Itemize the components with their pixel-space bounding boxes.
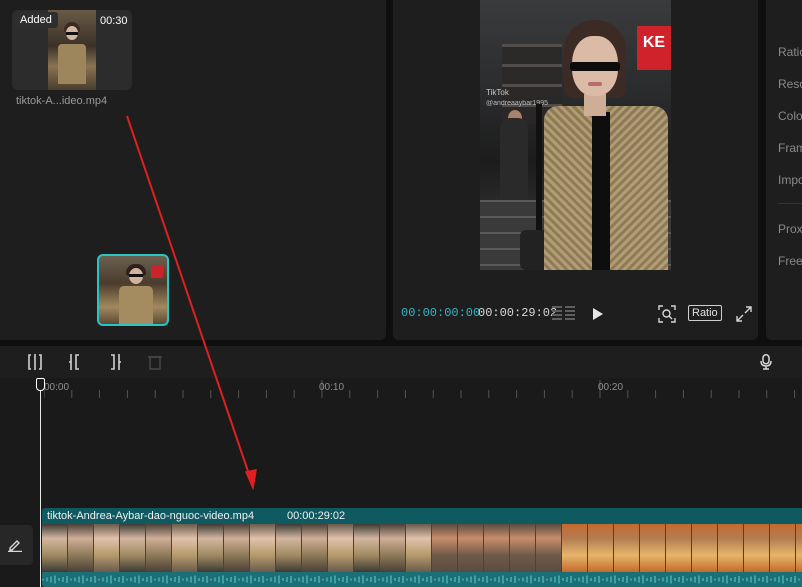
filmstrip-frame xyxy=(146,524,171,572)
total-timecode: 00:00:29:02 xyxy=(478,306,558,320)
ruler-label: 00:10 xyxy=(319,382,345,393)
timeline-toolbar xyxy=(0,346,802,378)
filmstrip-frame xyxy=(614,524,639,572)
filmstrip-frame xyxy=(328,524,353,572)
thumbnail-duration: 00:30 xyxy=(100,15,128,27)
filmstrip-frame xyxy=(250,524,275,572)
filmstrip-frame xyxy=(770,524,795,572)
video-clip[interactable]: tiktok-Andrea-Aybar-dao-nguoc-video.mp4 … xyxy=(42,508,802,587)
video-preview[interactable]: KE TikTok @andreaaybar1995 xyxy=(480,0,671,270)
detail-label-resolution: Resolution xyxy=(778,77,802,91)
filmstrip-frame xyxy=(302,524,327,572)
current-timecode: 00:00:00:00 xyxy=(401,306,481,320)
filmstrip-frame xyxy=(172,524,197,572)
split-right-icon[interactable] xyxy=(108,354,122,370)
zoom-fit-icon[interactable] xyxy=(658,305,676,323)
clip-duration: 00:00:29:02 xyxy=(287,510,346,522)
filmstrip-frame xyxy=(510,524,535,572)
filmstrip-frame xyxy=(432,524,457,572)
detail-label-proxy: Proxy xyxy=(778,222,802,236)
filmstrip-frame xyxy=(562,524,587,572)
media-filename: tiktok-A...ideo.mp4 xyxy=(16,95,108,107)
microphone-icon[interactable] xyxy=(760,354,772,370)
tiktok-watermark: TikTok xyxy=(486,88,509,97)
filmstrip-frame xyxy=(354,524,379,572)
ruler-label: 00:00 xyxy=(44,382,70,393)
playhead-handle[interactable] xyxy=(36,378,45,391)
ratio-button[interactable]: Ratio xyxy=(688,305,722,321)
filmstrip-frame xyxy=(380,524,405,572)
store-sign-text: KE xyxy=(642,34,666,51)
play-icon[interactable] xyxy=(592,307,604,321)
details-panel: Ratio Resolution Color Frame rate Import… xyxy=(766,0,802,340)
added-badge: Added xyxy=(14,12,58,28)
fullscreen-icon[interactable] xyxy=(736,306,752,322)
clip-title: tiktok-Andrea-Aybar-dao-nguoc-video.mp4 xyxy=(47,510,255,522)
detail-label-color: Color xyxy=(778,109,802,123)
filmstrip-frame xyxy=(718,524,743,572)
filmstrip-frame xyxy=(276,524,301,572)
filmstrip-frame xyxy=(406,524,431,572)
filmstrip-frame xyxy=(796,524,802,572)
player-panel: KE TikTok @andreaaybar1995 00:00:00:00 0… xyxy=(393,0,758,340)
filmstrip-frame xyxy=(666,524,691,572)
filmstrip-frame xyxy=(68,524,93,572)
detail-divider xyxy=(778,203,802,204)
filmstrip-frame xyxy=(42,524,67,572)
timeline-ruler[interactable]: 00:00 00:10 00:20 xyxy=(0,378,802,398)
media-panel: Added 00:30 tiktok-A...ideo.mp4 xyxy=(0,0,386,340)
split-icon[interactable] xyxy=(28,354,42,370)
grid-icon[interactable] xyxy=(552,306,576,320)
split-left-icon[interactable] xyxy=(68,354,82,370)
filmstrip-frame xyxy=(458,524,483,572)
playhead-line xyxy=(40,384,41,587)
filmstrip-frame xyxy=(224,524,249,572)
detail-label-ratio: Ratio xyxy=(778,45,802,59)
filmstrip-frame xyxy=(536,524,561,572)
filmstrip-frame xyxy=(588,524,613,572)
filmstrip-frame xyxy=(94,524,119,572)
filmstrip-frame xyxy=(120,524,145,572)
audio-waveform xyxy=(42,572,802,587)
detail-label-frame-rate: Frame rate xyxy=(778,141,802,155)
drag-ghost-thumbnail[interactable] xyxy=(97,254,169,326)
filmstrip-frame xyxy=(692,524,717,572)
filmstrip-frame xyxy=(640,524,665,572)
ruler-ticks xyxy=(44,380,796,398)
detail-label-import: Import xyxy=(778,173,802,187)
ruler-label: 00:20 xyxy=(598,382,624,393)
delete-icon[interactable] xyxy=(148,354,162,370)
clip-filmstrip xyxy=(42,524,802,572)
filmstrip-frame xyxy=(198,524,223,572)
edit-icon[interactable] xyxy=(8,538,22,552)
detail-label-free-layer: Free layer xyxy=(778,254,802,268)
filmstrip-frame xyxy=(744,524,769,572)
filmstrip-frame xyxy=(484,524,509,572)
